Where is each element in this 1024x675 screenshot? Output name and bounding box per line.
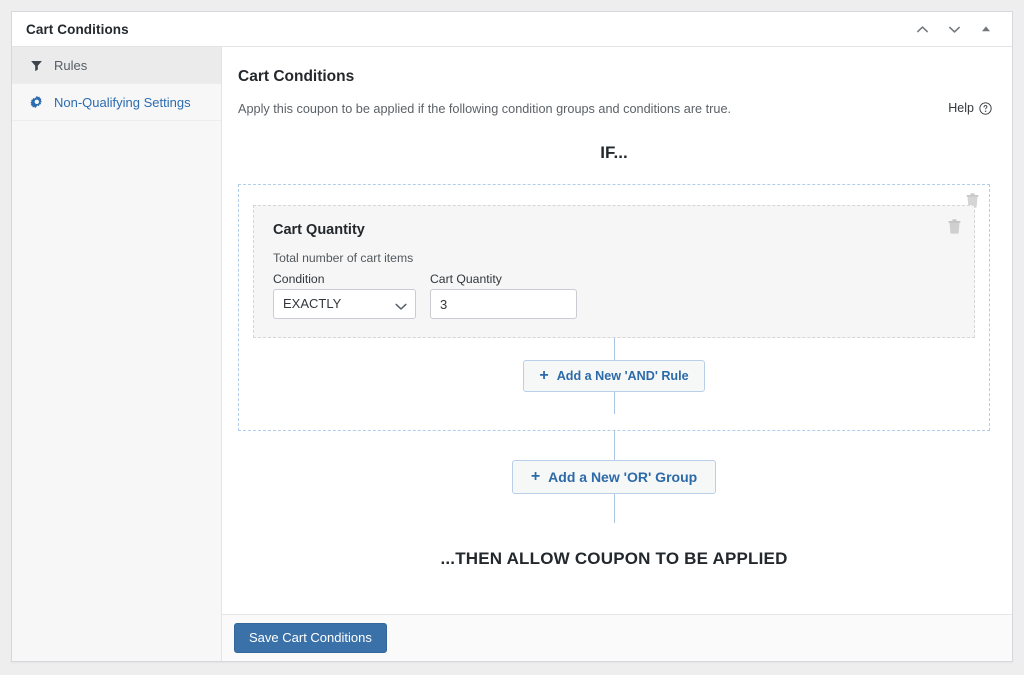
help-label: Help bbox=[948, 101, 974, 115]
plus-icon: + bbox=[530, 468, 541, 485]
toggle-panel-icon[interactable] bbox=[972, 15, 1000, 43]
add-and-rule-label: Add a New 'AND' Rule bbox=[556, 369, 689, 383]
save-cart-conditions-button[interactable]: Save Cart Conditions bbox=[234, 622, 387, 654]
sidebar-item-non-qualifying-settings[interactable]: Non-Qualifying Settings bbox=[12, 84, 221, 121]
then-heading: ...THEN ALLOW COUPON TO BE APPLIED bbox=[440, 549, 788, 568]
add-or-group-button[interactable]: + Add a New 'OR' Group bbox=[511, 460, 717, 494]
sidebar-item-label: Non-Qualifying Settings bbox=[54, 94, 191, 110]
connector-line-above-or bbox=[613, 431, 615, 460]
quantity-label: Cart Quantity bbox=[430, 272, 502, 286]
condition-select-wrapper: EXACTLY bbox=[273, 289, 416, 319]
panel-header: Cart Conditions bbox=[12, 12, 1012, 47]
rule-card-cart-quantity: Cart Quantity Total number of cart items… bbox=[253, 205, 975, 338]
gear-icon bbox=[29, 95, 44, 110]
panel-header-actions bbox=[908, 15, 1000, 43]
condition-field: Condition EXACTLY bbox=[273, 272, 416, 319]
content-area: Help Cart Conditions Apply this coupon t… bbox=[222, 47, 1012, 614]
add-or-group-label: Add a New 'OR' Group bbox=[548, 469, 698, 485]
sidebar: Rules Non-Qualifying Settings bbox=[12, 47, 222, 661]
connector-line-below-or bbox=[613, 494, 615, 523]
cart-conditions-panel: Cart Conditions Rules Non-Qualifying Set… bbox=[11, 11, 1013, 662]
condition-select[interactable]: EXACTLY bbox=[273, 289, 416, 319]
quantity-field: Cart Quantity bbox=[430, 272, 577, 319]
move-up-icon[interactable] bbox=[908, 15, 936, 43]
connector-line-above-and bbox=[613, 338, 615, 360]
sidebar-item-rules[interactable]: Rules bbox=[12, 47, 221, 84]
add-or-group-row: + Add a New 'OR' Group bbox=[238, 460, 990, 494]
question-circle-icon bbox=[979, 101, 992, 115]
condition-label: Condition bbox=[273, 272, 325, 286]
rule-subtitle: Total number of cart items bbox=[273, 251, 414, 265]
connector-line-below-and bbox=[613, 392, 615, 414]
if-heading: IF... bbox=[600, 143, 628, 162]
page-title: Cart Conditions bbox=[238, 68, 355, 85]
delete-rule-trash-icon[interactable] bbox=[948, 219, 961, 234]
panel-footer: Save Cart Conditions bbox=[222, 614, 1012, 661]
plus-icon: + bbox=[539, 367, 549, 384]
sidebar-item-label: Rules bbox=[54, 57, 88, 73]
rule-fields: Condition EXACTLY Cart Quantity 3 bbox=[273, 272, 956, 319]
page-description: Apply this coupon to be applied if the f… bbox=[238, 102, 732, 116]
add-and-rule-row: + Add a New 'AND' Rule bbox=[253, 360, 975, 392]
panel-title: Cart Conditions bbox=[26, 21, 129, 37]
content-column: Help Cart Conditions Apply this coupon t… bbox=[222, 47, 1012, 661]
panel-body: Rules Non-Qualifying Settings Help Cart … bbox=[12, 47, 1012, 661]
condition-group: Cart Quantity Total number of cart items… bbox=[238, 184, 990, 431]
help-link[interactable]: Help bbox=[948, 101, 992, 115]
rule-title: Cart Quantity bbox=[273, 222, 365, 238]
move-down-icon[interactable] bbox=[940, 15, 968, 43]
filter-icon bbox=[29, 58, 44, 73]
cart-quantity-input[interactable] bbox=[430, 289, 577, 319]
add-and-rule-button[interactable]: + Add a New 'AND' Rule bbox=[523, 360, 705, 392]
